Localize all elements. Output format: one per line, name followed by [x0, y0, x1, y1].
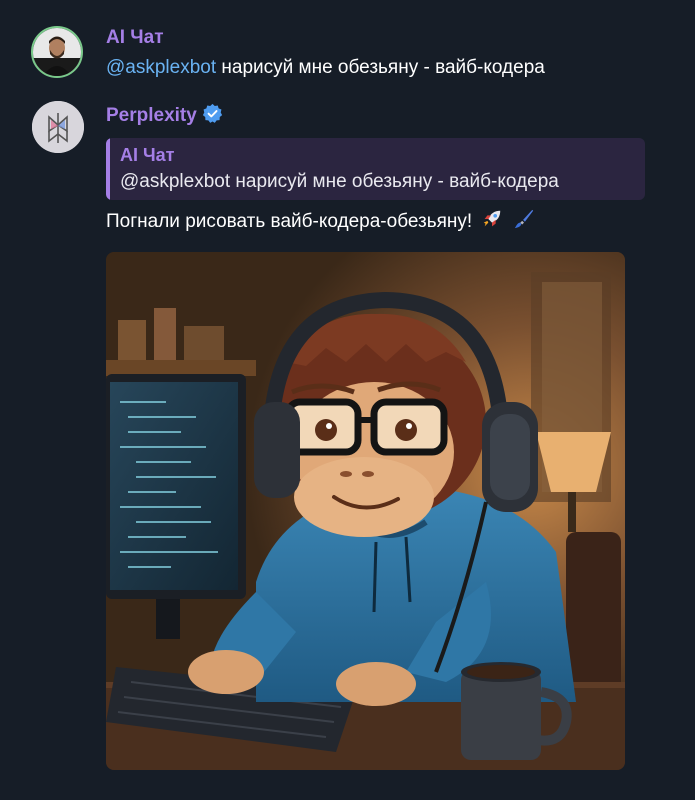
quote-author: AI Чат	[120, 145, 175, 165]
message-body: Погнали рисовать вайб-кодера-обезьяну!	[106, 211, 473, 232]
sender-name-label: Perplexity	[106, 105, 197, 126]
sender-name[interactable]: AI Чат	[106, 27, 164, 49]
rocket-emoji-icon	[484, 210, 501, 227]
quote-text: @askplexbot нарисуй мне обезьяну - вайб-…	[120, 171, 559, 192]
paintbrush-emoji-icon	[514, 209, 533, 229]
message-body: нарисуй мне обезьяну - вайб-кодера	[216, 57, 545, 78]
quote-accent-bar	[106, 138, 110, 200]
user-avatar-photo	[33, 28, 81, 76]
generated-image[interactable]	[106, 252, 625, 770]
verified-badge-icon	[202, 103, 222, 123]
perplexity-logo	[32, 101, 84, 153]
message-text: Погнали рисовать вайб-кодера-обезьяну!	[106, 208, 535, 233]
monkey-coder-illustration	[106, 252, 625, 770]
sender-name[interactable]: Perplexity	[106, 103, 223, 127]
message-text: @askplexbot нарисуй мне обезьяну - вайб-…	[106, 57, 545, 79]
bot-mention-link[interactable]: @askplexbot	[106, 57, 216, 78]
bot-avatar[interactable]	[32, 101, 84, 153]
user-avatar[interactable]	[31, 26, 83, 78]
chat-view: AI Чат @askplexbot нарисуй мне обезьяну …	[0, 0, 695, 800]
reply-quote[interactable]: AI Чат @askplexbot нарисуй мне обезьяну …	[106, 138, 645, 200]
